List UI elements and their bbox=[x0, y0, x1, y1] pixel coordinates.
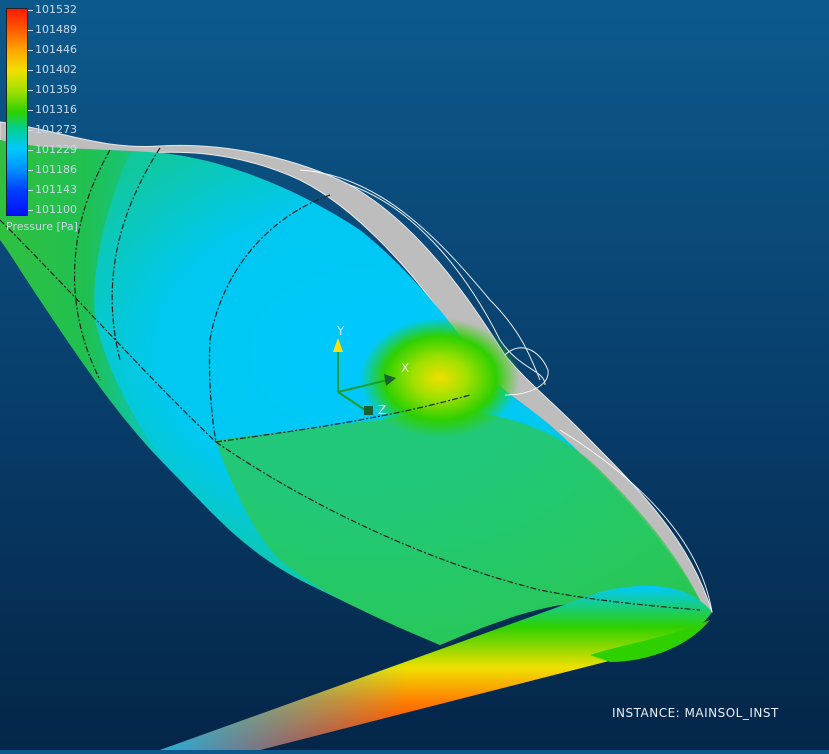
instance-label: INSTANCE: MAINSOL_INST bbox=[612, 706, 779, 720]
legend-title: Pressure [Pa] bbox=[6, 220, 78, 233]
legend-tick-label: 101229 bbox=[35, 143, 77, 156]
triad-y-label: Y bbox=[336, 324, 345, 338]
legend-tick-label: 101402 bbox=[35, 63, 77, 76]
legend-tick-label: 101532 bbox=[35, 3, 77, 16]
triad-z-label: Z bbox=[378, 403, 386, 417]
legend-tick-label: 101100 bbox=[35, 203, 77, 216]
pressure-contour-scene[interactable]: Y X Z bbox=[0, 0, 829, 750]
pressure-legend: 101532 101489 101446 101402 101359 10131… bbox=[4, 2, 96, 234]
legend-tick-label: 101316 bbox=[35, 103, 77, 116]
legend-tick-label: 101273 bbox=[35, 123, 77, 136]
pressure-hotspot bbox=[360, 318, 520, 438]
legend-tick-label: 101186 bbox=[35, 163, 77, 176]
legend-tick-label: 101446 bbox=[35, 43, 77, 56]
color-scale-bar bbox=[6, 8, 28, 216]
3d-viewport[interactable]: Y X Z bbox=[0, 0, 829, 750]
legend-tick-label: 101489 bbox=[35, 23, 77, 36]
triad-x-label: X bbox=[401, 361, 409, 375]
legend-tick-label: 101359 bbox=[35, 83, 77, 96]
legend-tick-label: 101143 bbox=[35, 183, 77, 196]
